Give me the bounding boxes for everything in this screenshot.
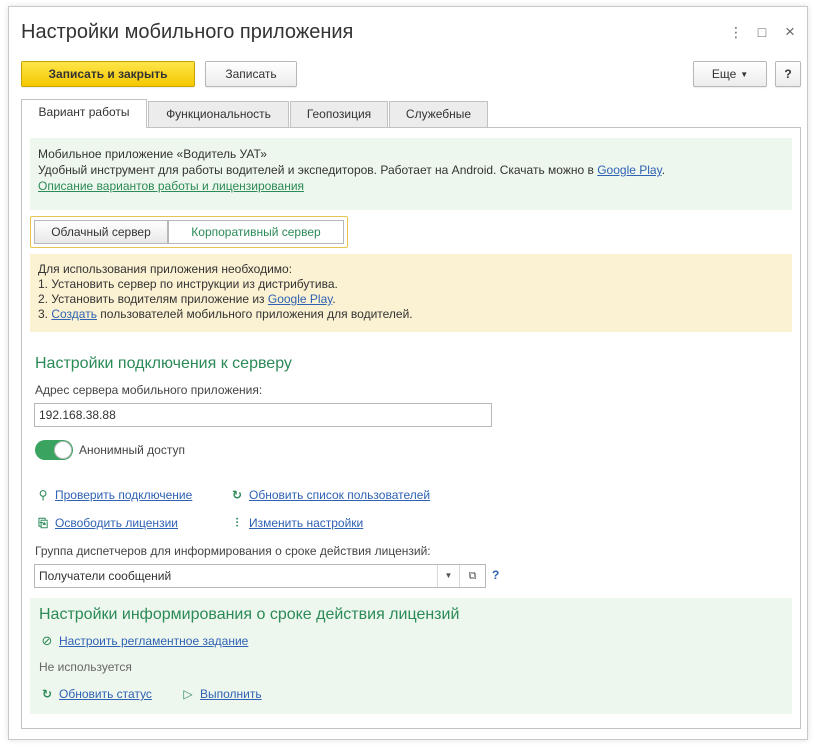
arrow-circle-icon: ⊘ (41, 633, 53, 648)
execute-command[interactable]: ▷ Выполнить (180, 687, 262, 701)
cloud-server-option[interactable]: Облачный сервер (34, 220, 168, 244)
refresh-users-label: Обновить список пользователей (249, 488, 431, 502)
step-2-text: 2. Установить водителям приложение из (38, 292, 268, 306)
requirements-step-2: 2. Установить водителям приложение из Go… (38, 292, 784, 307)
change-settings-label: Изменить настройки (249, 516, 364, 530)
server-address-label: Адрес сервера мобильного приложения: (35, 383, 263, 397)
step-2-google-play-link[interactable]: Google Play (268, 292, 332, 306)
anonymous-access-label: Анонимный доступ (79, 443, 185, 457)
close-icon[interactable]: × (781, 23, 799, 41)
release-licenses-label: Освободить лицензии (55, 516, 178, 530)
intro-line-1: Мобильное приложение «Водитель УАТ» (38, 147, 267, 161)
step-3-text: пользователей мобильного приложения для … (96, 307, 413, 321)
more-button[interactable]: Еще ▼ (693, 61, 767, 87)
tab-panel: Мобильное приложение «Водитель УАТ» Удоб… (21, 127, 801, 729)
release-licenses-command[interactable]: ⎘ Освободить лицензии (35, 516, 178, 531)
refresh-icon: ↻ (231, 488, 243, 502)
requirements-step-1: 1. Установить сервер по инструкции из ди… (38, 277, 338, 291)
step-3-prefix: 3. (38, 307, 52, 321)
dispatcher-group-field[interactable]: Получатели сообщений ▼ ⧉ (34, 564, 486, 588)
dropdown-arrow-icon[interactable]: ▼ (437, 565, 459, 587)
tab-functionality[interactable]: Функциональность (148, 101, 289, 127)
dispatcher-group-label: Группа диспетчеров для информирования о … (35, 544, 431, 558)
execute-label: Выполнить (200, 687, 262, 701)
settings-sliders-icon: ⫶ (235, 516, 239, 530)
dispatcher-group-value: Получатели сообщений (39, 569, 172, 583)
help-button[interactable]: ? (775, 61, 801, 87)
open-form-icon[interactable]: ⧉ (459, 565, 485, 587)
toolbar: Записать и закрыть Записать Еще ▼ ? (21, 61, 801, 87)
setup-task-label: Настроить регламентное задание (59, 634, 249, 648)
anonymous-access-toggle[interactable] (35, 440, 73, 460)
refresh-users-command[interactable]: ↻ Обновить список пользователей (229, 488, 430, 502)
save-button[interactable]: Записать (205, 61, 297, 87)
caret-down-icon: ▼ (740, 70, 749, 79)
step-2-end: . (332, 292, 336, 306)
variants-description-link[interactable]: Описание вариантов работы и лицензирован… (38, 179, 304, 193)
create-users-link[interactable]: Создать (51, 307, 97, 321)
setup-task-command[interactable]: ⊘ Настроить регламентное задание (39, 633, 249, 649)
refresh-status-command[interactable]: ↻ Обновить статус (39, 687, 152, 701)
intro-line-2-end: . (661, 163, 666, 177)
check-connection-label: Проверить подключение (55, 488, 193, 502)
title-bar: Настройки мобильного приложения ⋮ □ × (9, 7, 807, 55)
window-title: Настройки мобильного приложения (21, 21, 354, 43)
license-info-status: Не используется (39, 660, 132, 674)
connection-section-title: Настройки подключения к серверу (35, 355, 292, 372)
settings-window: Настройки мобильного приложения ⋮ □ × За… (8, 6, 808, 740)
more-button-label: Еще (711, 67, 737, 81)
intro-block: Мобильное приложение «Водитель УАТ» Удоб… (30, 138, 792, 210)
refresh-icon: ↻ (41, 687, 53, 701)
requirements-heading: Для использования приложения необходимо: (38, 262, 293, 276)
tab-geoposition[interactable]: Геопозиция (290, 101, 388, 127)
license-icon: ⎘ (38, 516, 48, 530)
license-info-block: Настройки информирования о сроке действи… (30, 598, 792, 714)
tab-bar: Вариант работы Функциональность Геопозиц… (21, 99, 801, 128)
window-menu-icon[interactable]: ⋮ (727, 23, 745, 41)
requirements-step-3: 3. Создать пользователей мобильного прил… (38, 307, 784, 322)
toggle-knob (54, 441, 72, 459)
server-address-input[interactable]: 192.168.38.88 (34, 403, 492, 427)
check-connection-command[interactable]: ⚲ Проверить подключение (35, 488, 193, 502)
intro-line-2-text: Удобный инструмент для работы водителей … (38, 163, 598, 177)
license-info-section-title: Настройки информирования о сроке действи… (39, 606, 460, 623)
play-icon: ▷ (183, 687, 193, 701)
corporate-server-option[interactable]: Корпоративный сервер (168, 220, 344, 244)
refresh-status-label: Обновить статус (59, 687, 152, 701)
tab-service[interactable]: Служебные (389, 101, 488, 127)
requirements-block: Для использования приложения необходимо:… (30, 254, 792, 332)
google-play-link[interactable]: Google Play (597, 163, 661, 177)
change-settings-command[interactable]: ⫶ Изменить настройки (229, 516, 363, 531)
tab-work-variant[interactable]: Вариант работы (21, 99, 147, 128)
save-and-close-button[interactable]: Записать и закрыть (21, 61, 195, 87)
field-help-icon[interactable]: ? (492, 568, 499, 582)
server-mode-switch: Облачный сервер Корпоративный сервер (30, 216, 348, 248)
maximize-icon[interactable]: □ (753, 23, 771, 41)
link-icon: ⚲ (38, 488, 48, 502)
intro-line-2: Удобный инструмент для работы водителей … (38, 162, 784, 178)
